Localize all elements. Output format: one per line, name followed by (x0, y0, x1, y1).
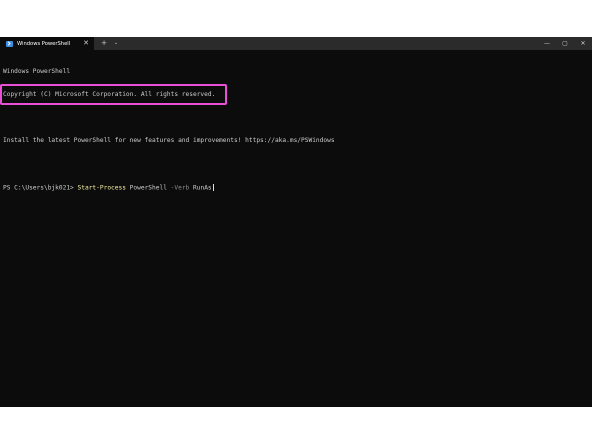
terminal-output[interactable]: Windows PowerShell Copyright (C) Microso… (3, 53, 588, 403)
chevron-down-icon[interactable]: ⌄ (110, 37, 122, 50)
command-value: RunAs (189, 184, 212, 192)
command-line[interactable]: PS C:\Users\bjk021> Start-Process PowerS… (3, 184, 588, 192)
minimize-button[interactable]: — (538, 37, 556, 50)
tab-windows-powershell[interactable]: Windows PowerShell ✕ (0, 37, 94, 50)
prompt-text: PS C:\Users\bjk021> (3, 184, 78, 192)
terminal-line: Install the latest PowerShell for new fe… (3, 136, 335, 144)
powershell-icon (6, 40, 13, 47)
maximize-button[interactable]: ▢ (556, 37, 574, 50)
powershell-window: Windows PowerShell ✕ + ⌄ — ▢ ✕ Windows P… (0, 37, 592, 407)
terminal-line: Windows PowerShell (3, 68, 71, 76)
command-cmdlet: Start-Process (77, 184, 126, 192)
new-tab-button[interactable]: + (98, 37, 110, 50)
command-argument: PowerShell (125, 184, 171, 192)
command-parameter: -Verb (170, 184, 190, 192)
terminal-line: Copyright (C) Microsoft Corporation. All… (3, 90, 216, 98)
tab-close-icon[interactable]: ✕ (83, 37, 89, 50)
tab-title: Windows PowerShell (17, 40, 71, 47)
text-cursor (212, 184, 214, 192)
close-button[interactable]: ✕ (574, 37, 592, 50)
title-bar: Windows PowerShell ✕ + ⌄ — ▢ ✕ (0, 37, 592, 50)
window-controls: — ▢ ✕ (538, 37, 592, 50)
